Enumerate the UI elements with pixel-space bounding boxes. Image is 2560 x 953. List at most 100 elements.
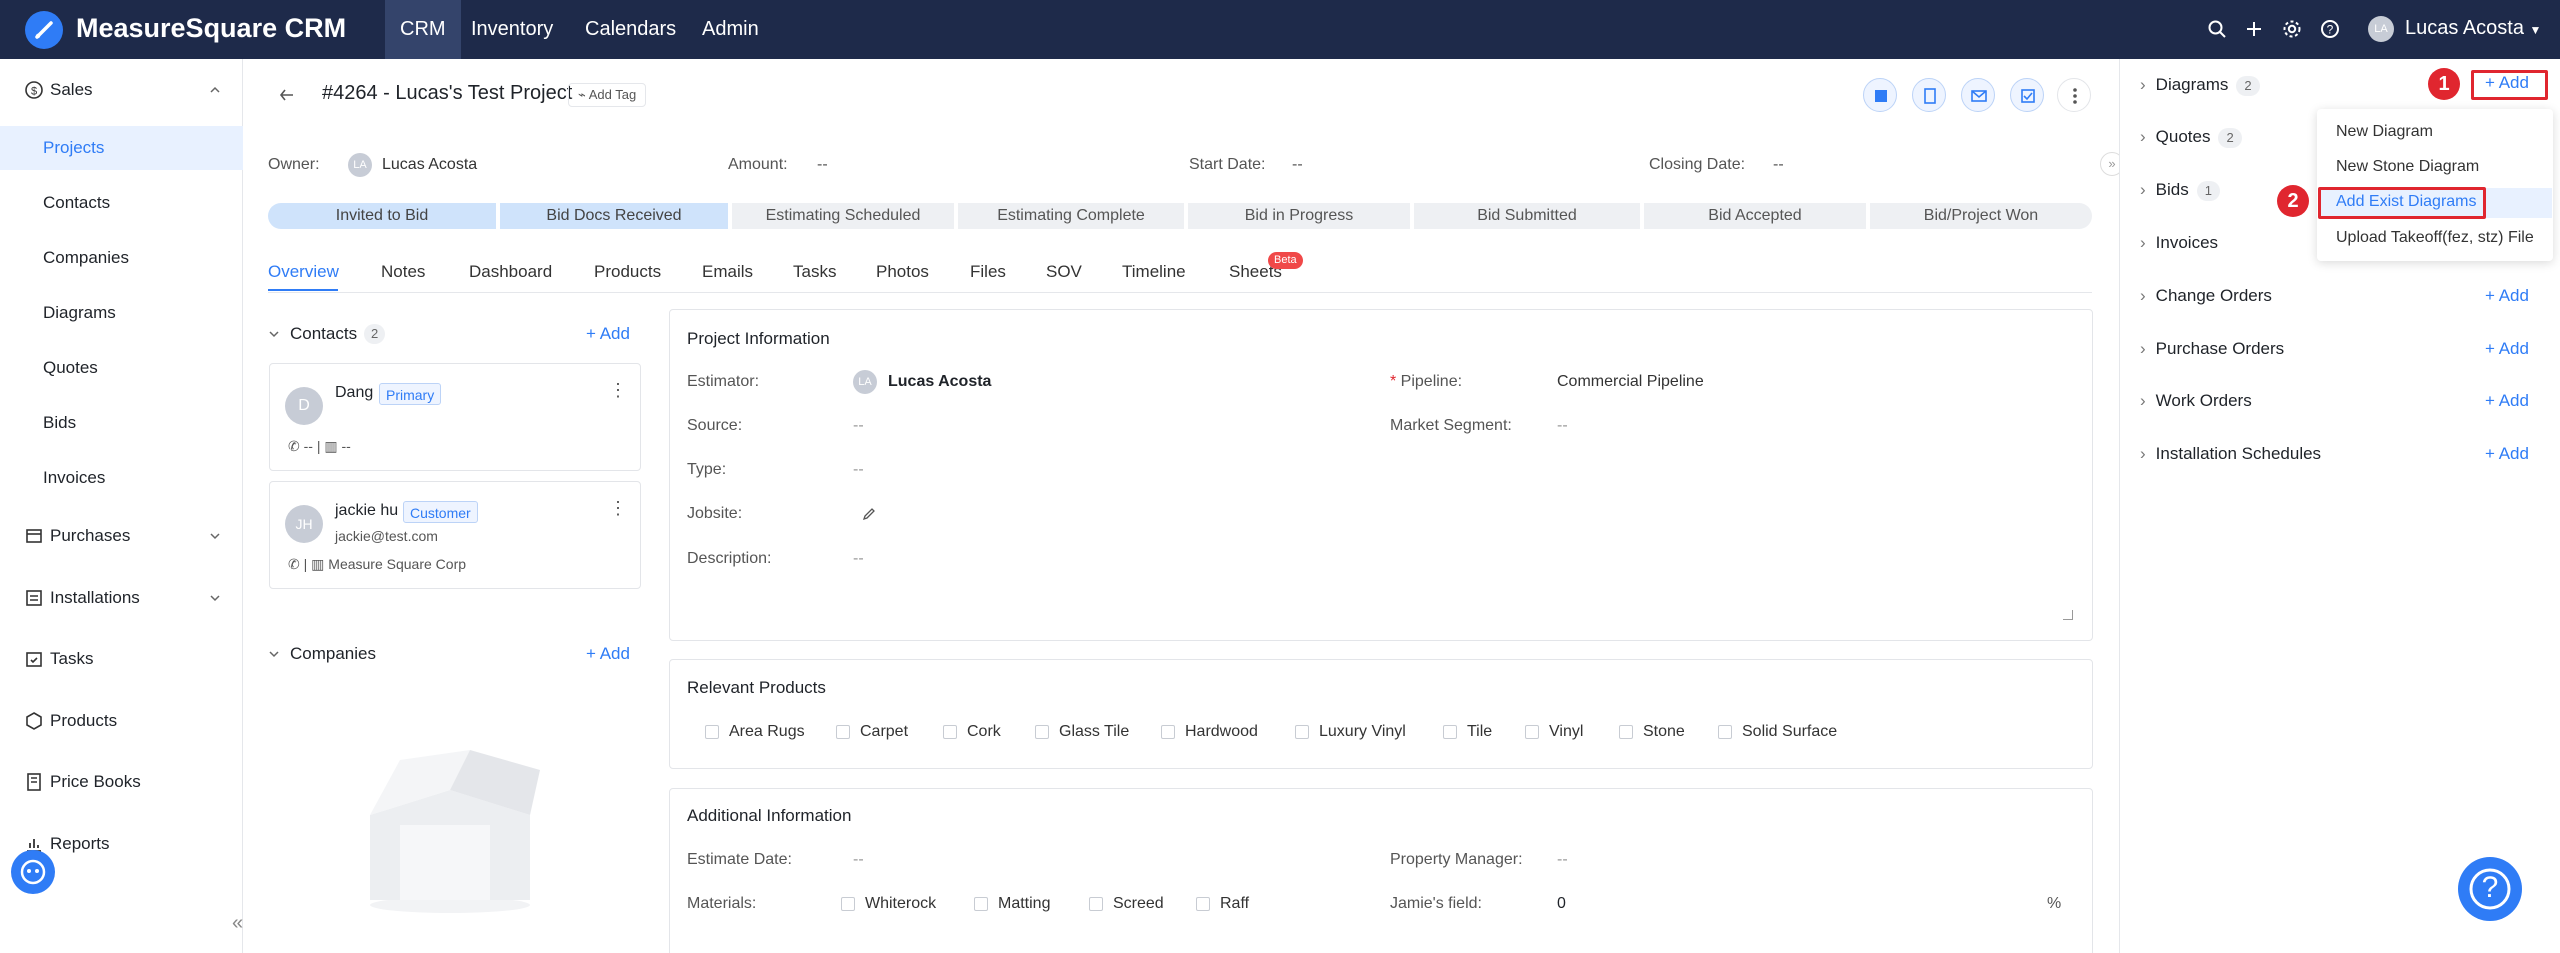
add-change-order-button[interactable]: + Add [2485,281,2529,311]
stage-bid-accepted[interactable]: Bid Accepted [1644,203,1866,229]
nav-admin[interactable]: Admin [687,0,774,59]
menu-item-new-stone-diagram[interactable]: New Stone Diagram [2336,158,2479,176]
resize-handle[interactable] [2063,610,2073,620]
screed-checkbox[interactable] [1089,897,1103,911]
collapse-sidebar-icon[interactable]: « [232,912,243,935]
add-purchase-order-button[interactable]: + Add [2485,334,2529,364]
stage-invited-to-bid[interactable]: Invited to Bid [268,203,496,229]
matting-checkbox[interactable] [974,897,988,911]
luxury-vinyl-checkbox[interactable] [1295,725,1309,739]
tab-tasks[interactable]: Tasks [793,262,836,282]
contact-menu-icon[interactable]: ⋮ [609,380,627,401]
tab-dashboard[interactable]: Dashboard [469,262,552,282]
tab-overview[interactable]: Overview [268,262,339,282]
search-icon[interactable] [2206,18,2228,40]
menu-item-upload-takeoff[interactable]: Upload Takeoff(fez, stz) File [2336,229,2534,247]
cork-checkbox[interactable] [943,725,957,739]
menu-item-new-diagram[interactable]: New Diagram [2336,123,2433,141]
sidebar-item-bids[interactable]: Bids [0,401,243,445]
owner-value[interactable]: Lucas Acosta [382,156,477,174]
sidebar-item-quotes[interactable]: Quotes [0,346,243,390]
nav-crm[interactable]: CRM [385,0,461,59]
pipeline-value[interactable]: Commercial Pipeline [1557,373,1704,391]
tab-timeline[interactable]: Timeline [1122,262,1186,282]
sidebar-item-price-books[interactable]: Price Books [0,760,243,804]
related-row-diagrams[interactable]: › Diagrams 2 [2140,70,2260,100]
estimator-value[interactable]: Lucas Acosta [888,373,991,391]
add-installation-schedule-button[interactable]: + Add [2485,439,2529,469]
back-arrow-icon[interactable] [278,86,296,104]
related-row-installation-schedules[interactable]: › Installation Schedules [2140,439,2321,469]
chevron-down-icon[interactable] [268,328,280,340]
solid-surface-checkbox[interactable] [1718,725,1732,739]
logo-icon[interactable] [25,11,63,49]
hardwood-checkbox[interactable] [1161,725,1175,739]
source-value[interactable]: -- [853,417,864,435]
chevron-down-icon[interactable] [268,648,280,660]
diagram-action-button[interactable] [1863,78,1897,112]
sidebar-item-contacts[interactable]: Contacts [0,181,243,225]
carpet-checkbox[interactable] [836,725,850,739]
stage-estimating-scheduled[interactable]: Estimating Scheduled [732,203,954,229]
tab-notes[interactable]: Notes [381,262,425,282]
contact-name[interactable]: jackie hu [335,502,398,520]
property-manager-value[interactable]: -- [1557,851,1568,869]
related-row-work-orders[interactable]: › Work Orders [2140,386,2252,416]
task-action-button[interactable] [2010,78,2044,112]
stage-bid-submitted[interactable]: Bid Submitted [1414,203,1640,229]
amount-value[interactable]: -- [817,156,828,174]
nav-inventory[interactable]: Inventory [456,0,568,59]
more-icon[interactable] [2057,78,2091,112]
sidebar-group-installations[interactable]: Installations [0,576,243,620]
sidebar-item-tasks[interactable]: Tasks [0,637,243,681]
user-avatar[interactable]: LA [2368,16,2394,42]
edit-icon[interactable] [862,507,876,521]
glass-tile-checkbox[interactable] [1035,725,1049,739]
stone-checkbox[interactable] [1619,725,1633,739]
add-work-order-button[interactable]: + Add [2485,386,2529,416]
add-tag-button[interactable]: ⌁ Add Tag [568,83,647,107]
stage-bid-docs-received[interactable]: Bid Docs Received [500,203,728,229]
type-value[interactable]: -- [853,461,864,479]
related-row-invoices[interactable]: › Invoices [2140,228,2218,258]
assistant-icon[interactable] [11,850,55,894]
stage-bid-in-progress[interactable]: Bid in Progress [1188,203,1410,229]
jamies-field-value[interactable]: 0 [1557,895,1566,913]
help-fab[interactable]: ? [2458,857,2522,921]
help-icon[interactable]: ? [2319,18,2341,40]
app-title[interactable]: MeasureSquare CRM [76,13,346,44]
related-row-purchase-orders[interactable]: › Purchase Orders [2140,334,2284,364]
user-menu[interactable]: Lucas Acosta ▼ [2405,17,2541,40]
sidebar-item-invoices[interactable]: Invoices [0,456,243,500]
stage-estimating-complete[interactable]: Estimating Complete [958,203,1184,229]
gear-icon[interactable] [2281,18,2303,40]
tab-sov[interactable]: SOV [1046,262,1082,282]
email-action-button[interactable] [1961,78,1995,112]
raff-checkbox[interactable] [1196,897,1210,911]
tab-products[interactable]: Products [594,262,661,282]
tab-emails[interactable]: Emails [702,262,753,282]
contact-email[interactable]: jackie@test.com [335,528,438,544]
add-contact-button[interactable]: + Add [586,324,630,344]
area-rugs-checkbox[interactable] [705,725,719,739]
document-action-button[interactable] [1912,78,1946,112]
related-row-change-orders[interactable]: › Change Orders [2140,281,2272,311]
related-row-quotes[interactable]: › Quotes 2 [2140,122,2242,152]
description-value[interactable]: -- [853,550,864,568]
plus-icon[interactable] [2243,18,2265,40]
related-row-bids[interactable]: › Bids 1 [2140,175,2220,205]
sidebar-item-diagrams[interactable]: Diagrams [0,291,243,335]
stage-bid-project-won[interactable]: Bid/Project Won [1870,203,2092,229]
whiterock-checkbox[interactable] [841,897,855,911]
sidebar-item-projects[interactable]: Projects [0,126,243,170]
market-segment-value[interactable]: -- [1557,417,1568,435]
tab-files[interactable]: Files [970,262,1006,282]
closing-date-value[interactable]: -- [1773,156,1784,174]
sidebar-item-companies[interactable]: Companies [0,236,243,280]
nav-calendars[interactable]: Calendars [570,0,691,59]
contact-name[interactable]: Dang [335,384,373,402]
contact-menu-icon[interactable]: ⋮ [609,498,627,519]
estimate-date-value[interactable]: -- [853,851,864,869]
vinyl-checkbox[interactable] [1525,725,1539,739]
start-date-value[interactable]: -- [1292,156,1303,174]
